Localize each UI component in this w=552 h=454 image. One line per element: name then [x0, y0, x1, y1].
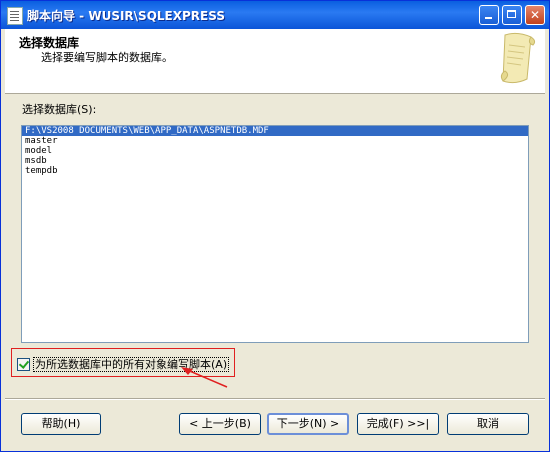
finish-button[interactable]: 完成(F) >>| — [357, 413, 439, 435]
annotation-arrow-icon — [181, 367, 228, 388]
window-title: 脚本向导 - WUSIR\SQLEXPRESS — [27, 9, 225, 23]
database-item[interactable]: msdb — [22, 156, 528, 166]
scroll-icon — [500, 32, 536, 84]
database-list-label: 选择数据库(S): — [22, 103, 97, 116]
document-icon — [7, 7, 23, 25]
next-button[interactable]: 下一步(N) > — [267, 413, 349, 435]
database-item[interactable]: master — [22, 136, 528, 146]
database-listbox[interactable]: F:\VS2008 DOCUMENTS\WEB\APP_DATA\ASPNETD… — [21, 125, 529, 343]
database-item[interactable]: F:\VS2008 DOCUMENTS\WEB\APP_DATA\ASPNETD… — [22, 126, 528, 136]
database-item[interactable]: model — [22, 146, 528, 156]
close-button[interactable]: ✕ — [525, 5, 545, 25]
page-subtitle: 选择要编写脚本的数据库。 — [41, 51, 173, 64]
maximize-button[interactable] — [502, 5, 522, 25]
back-button[interactable]: < 上一步(B) — [179, 413, 261, 435]
minimize-button[interactable] — [479, 5, 499, 25]
help-button[interactable]: 帮助(H) — [21, 413, 101, 435]
wizard-header: 选择数据库 选择要编写脚本的数据库。 — [5, 29, 545, 94]
cancel-button[interactable]: 取消 — [447, 413, 529, 435]
footer-divider — [5, 398, 545, 400]
database-item[interactable]: tempdb — [22, 166, 528, 176]
title-bar[interactable]: 脚本向导 - WUSIR\SQLEXPRESS ✕ — [1, 1, 549, 29]
script-wizard-window: 脚本向导 - WUSIR\SQLEXPRESS ✕ 选择数据库 选择要编写脚本的… — [0, 0, 550, 452]
